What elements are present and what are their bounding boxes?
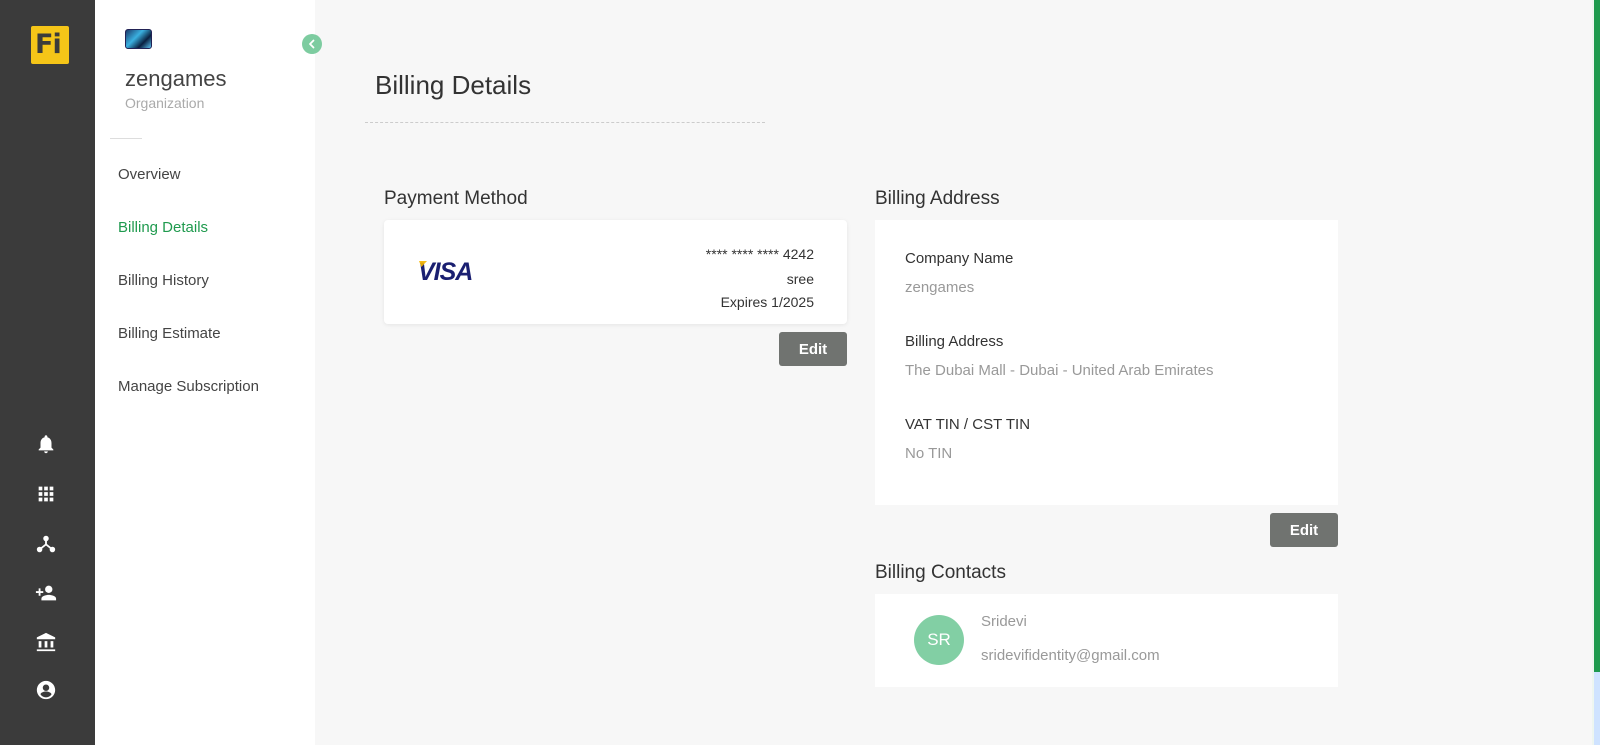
page-title: Billing Details: [375, 70, 532, 100]
add-user-icon[interactable]: [34, 581, 58, 605]
visa-logo: VISA: [418, 258, 473, 286]
payment-method-heading: Payment Method: [384, 188, 528, 209]
billing-contacts-heading: Billing Contacts: [875, 562, 1006, 583]
tin-label: VAT TIN / CST TIN: [905, 416, 1031, 433]
nav-item-overview[interactable]: Overview: [118, 166, 181, 183]
scrollbar-thumb[interactable]: [1594, 0, 1600, 672]
billing-address-heading: Billing Address: [875, 188, 1000, 209]
nav-item-billing-estimate[interactable]: Billing Estimate: [118, 325, 221, 342]
org-type: Organization: [125, 95, 205, 111]
payment-card: VISA **** **** **** 4242 sree Expires 1/…: [384, 220, 847, 324]
card-expiry: Expires 1/2025: [720, 294, 814, 310]
org-name: zengames: [125, 66, 227, 91]
company-name-value: zengames: [905, 279, 975, 296]
card-number: **** **** **** 4242: [705, 246, 814, 262]
nav-item-billing-history[interactable]: Billing History: [118, 272, 209, 289]
app-rail: Fi: [0, 0, 95, 745]
title-divider: [365, 122, 765, 123]
org-avatar: [125, 29, 152, 49]
hierarchy-icon[interactable]: [34, 532, 58, 556]
billing-address-value: The Dubai Mall - Dubai - United Arab Emi…: [905, 362, 1214, 379]
chevron-left-icon: [309, 39, 315, 49]
billing-address-card: Company Name zengames Billing Address Th…: [875, 220, 1338, 505]
apps-grid-icon[interactable]: [34, 482, 58, 506]
page-scrollbar[interactable]: [1592, 0, 1600, 745]
settings-sidebar: zengames Organization Overview Billing D…: [95, 0, 322, 745]
company-name-label: Company Name: [905, 250, 1014, 267]
scrollbar-track-end: [1594, 672, 1600, 745]
bell-icon[interactable]: [34, 432, 58, 456]
nav-item-manage-subscription[interactable]: Manage Subscription: [118, 378, 259, 395]
edit-payment-button[interactable]: Edit: [779, 332, 847, 366]
divider: [110, 138, 142, 139]
billing-address-label: Billing Address: [905, 333, 1004, 350]
bank-icon[interactable]: [34, 630, 58, 654]
logo-text: Fi: [35, 29, 62, 60]
fi-logo[interactable]: Fi: [31, 26, 69, 64]
contact-email: sridevifidentity@gmail.com: [981, 647, 1160, 664]
avatar: SR: [914, 615, 964, 665]
edit-address-button[interactable]: Edit: [1270, 513, 1338, 547]
collapse-sidebar-button[interactable]: [302, 34, 322, 54]
card-holder: sree: [786, 271, 814, 287]
billing-contact-card: SR Sridevi sridevifidentity@gmail.com: [875, 594, 1338, 687]
tin-value: No TIN: [905, 445, 953, 462]
contact-name: Sridevi: [981, 613, 1027, 630]
nav-item-billing-details[interactable]: Billing Details: [118, 219, 208, 236]
account-circle-icon[interactable]: [34, 678, 58, 702]
